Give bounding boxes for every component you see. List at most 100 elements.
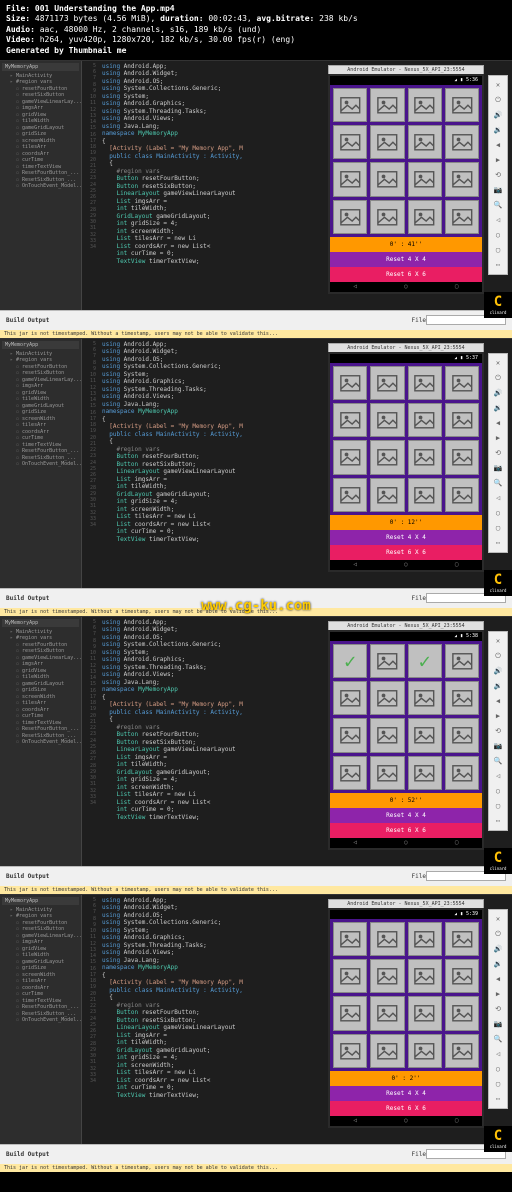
emulator-control[interactable]: ⏻ <box>493 651 503 661</box>
memory-tile[interactable] <box>370 718 404 752</box>
memory-tile[interactable] <box>408 366 442 400</box>
emulator-control[interactable]: 🔍 <box>493 200 503 210</box>
emulator-toolbar[interactable]: ✕⏻🔊🔉◀▶⟲📷🔍◁○▢⋯ <box>488 909 508 1109</box>
reset-4x4-button[interactable]: Reset 4 X 4 <box>330 808 482 823</box>
build-output-panel[interactable]: Build Output File <box>0 588 512 608</box>
memory-tile[interactable] <box>445 996 479 1030</box>
memory-tile[interactable] <box>333 125 367 159</box>
memory-tile[interactable] <box>333 88 367 122</box>
memory-tile[interactable] <box>333 959 367 993</box>
memory-tile[interactable] <box>370 200 404 234</box>
memory-tile[interactable] <box>370 644 404 678</box>
tree-item[interactable]: OnTouchEvent_Model... <box>2 739 79 746</box>
memory-tile[interactable] <box>370 478 404 512</box>
reset-6x6-button[interactable]: Reset 6 X 6 <box>330 267 482 282</box>
reset-4x4-button[interactable]: Reset 4 X 4 <box>330 252 482 267</box>
memory-tile[interactable] <box>370 440 404 474</box>
emulator-control[interactable]: 🔊 <box>493 666 503 676</box>
memory-tile[interactable] <box>408 681 442 715</box>
emulator-control[interactable]: ▶ <box>493 989 503 999</box>
emulator-control[interactable]: ⋯ <box>493 260 503 270</box>
emulator-control[interactable]: ⟲ <box>493 448 503 458</box>
emulator-control[interactable]: ◁ <box>493 1049 503 1059</box>
home-icon[interactable]: ○ <box>404 283 408 290</box>
memory-tile[interactable] <box>370 959 404 993</box>
android-emulator[interactable]: ▮ 5:39 0' : 2'' Reset 4 X 4 Reset 6 X 6 … <box>328 908 484 1128</box>
memory-tile[interactable] <box>445 162 479 196</box>
solution-explorer[interactable]: MyMemoryAppMainActivity#region varsreset… <box>0 895 82 1144</box>
emulator-control[interactable]: 📷 <box>493 741 503 751</box>
memory-tile[interactable] <box>408 478 442 512</box>
emulator-control[interactable]: ✕ <box>493 636 503 646</box>
memory-tile[interactable] <box>370 922 404 956</box>
memory-tile[interactable] <box>408 200 442 234</box>
reset-4x4-button[interactable]: Reset 4 X 4 <box>330 530 482 545</box>
back-icon[interactable]: ◁ <box>354 561 358 568</box>
emulator-control[interactable]: ▢ <box>493 245 503 255</box>
memory-tile[interactable] <box>408 125 442 159</box>
emulator-control[interactable]: 🔊 <box>493 944 503 954</box>
emulator-control[interactable]: 📷 <box>493 1019 503 1029</box>
memory-tile[interactable] <box>333 366 367 400</box>
back-icon[interactable]: ◁ <box>354 283 358 290</box>
emulator-control[interactable]: ▢ <box>493 523 503 533</box>
emulator-control[interactable]: ◀ <box>493 974 503 984</box>
build-output-panel[interactable]: Build Output File <box>0 1144 512 1164</box>
memory-tile[interactable] <box>445 478 479 512</box>
recent-icon[interactable]: ▢ <box>455 283 459 290</box>
back-icon[interactable]: ◁ <box>354 1117 358 1124</box>
emulator-control[interactable]: 🔉 <box>493 403 503 413</box>
reset-6x6-button[interactable]: Reset 6 X 6 <box>330 823 482 838</box>
memory-tile[interactable] <box>445 125 479 159</box>
emulator-control[interactable]: ○ <box>493 1064 503 1074</box>
emulator-control[interactable]: ⟲ <box>493 726 503 736</box>
memory-tile[interactable] <box>333 756 367 790</box>
emulator-control[interactable]: ⏻ <box>493 929 503 939</box>
memory-tile[interactable] <box>408 718 442 752</box>
emulator-control[interactable]: ◀ <box>493 140 503 150</box>
reset-6x6-button[interactable]: Reset 6 X 6 <box>330 545 482 560</box>
android-navbar[interactable]: ◁ ○ ▢ <box>330 282 482 292</box>
memory-tile[interactable] <box>408 959 442 993</box>
emulator-control[interactable]: ⋯ <box>493 816 503 826</box>
tree-item[interactable]: OnTouchEvent_Model... <box>2 1017 79 1024</box>
memory-tile[interactable] <box>333 996 367 1030</box>
emulator-control[interactable]: 🔍 <box>493 478 503 488</box>
memory-tile[interactable] <box>445 88 479 122</box>
memory-tile[interactable] <box>408 644 442 678</box>
recent-icon[interactable]: ▢ <box>455 561 459 568</box>
emulator-toolbar[interactable]: ✕⏻🔊🔉◀▶⟲📷🔍◁○▢⋯ <box>488 353 508 553</box>
emulator-control[interactable]: 🔊 <box>493 110 503 120</box>
emulator-control[interactable]: ✕ <box>493 358 503 368</box>
android-emulator[interactable]: ▮ 5:38 0' : 52'' Reset 4 X 4 Reset 6 X 6… <box>328 630 484 850</box>
back-icon[interactable]: ◁ <box>354 839 358 846</box>
recent-icon[interactable]: ▢ <box>455 1117 459 1124</box>
recent-icon[interactable]: ▢ <box>455 839 459 846</box>
memory-tile[interactable] <box>370 1034 404 1068</box>
solution-tab[interactable]: MyMemoryApp <box>2 341 79 349</box>
emulator-control[interactable]: 🔍 <box>493 1034 503 1044</box>
solution-tab[interactable]: MyMemoryApp <box>2 619 79 627</box>
memory-tile[interactable] <box>408 1034 442 1068</box>
memory-tile[interactable] <box>370 125 404 159</box>
emulator-control[interactable]: ◁ <box>493 493 503 503</box>
memory-tile[interactable] <box>445 718 479 752</box>
memory-tile[interactable] <box>333 922 367 956</box>
memory-tile[interactable] <box>333 644 367 678</box>
android-navbar[interactable]: ◁ ○ ▢ <box>330 560 482 570</box>
emulator-control[interactable]: ◁ <box>493 215 503 225</box>
memory-tile[interactable] <box>370 403 404 437</box>
emulator-control[interactable]: ▢ <box>493 1079 503 1089</box>
memory-tile[interactable] <box>333 200 367 234</box>
emulator-control[interactable]: ◁ <box>493 771 503 781</box>
emulator-toolbar[interactable]: ✕⏻🔊🔉◀▶⟲📷🔍◁○▢⋯ <box>488 631 508 831</box>
memory-tile[interactable] <box>333 681 367 715</box>
memory-tile[interactable] <box>333 478 367 512</box>
emulator-control[interactable]: ⟲ <box>493 1004 503 1014</box>
build-output-panel[interactable]: Build Output File <box>0 866 512 886</box>
reset-6x6-button[interactable]: Reset 6 X 6 <box>330 1101 482 1116</box>
emulator-control[interactable]: ▶ <box>493 433 503 443</box>
solution-tab[interactable]: MyMemoryApp <box>2 897 79 905</box>
memory-tile[interactable] <box>445 644 479 678</box>
emulator-control[interactable]: ◀ <box>493 418 503 428</box>
